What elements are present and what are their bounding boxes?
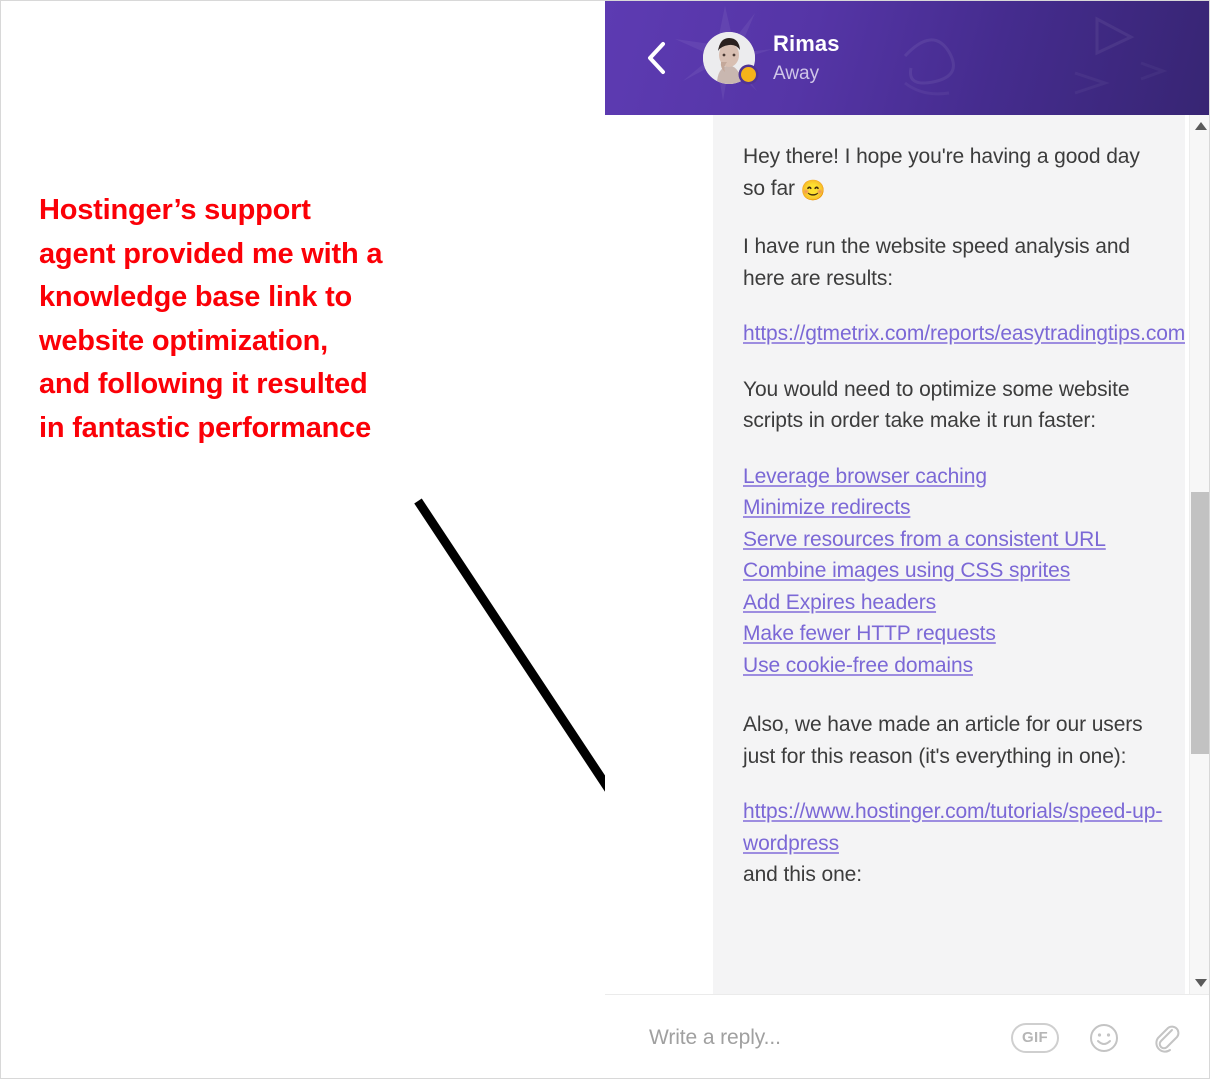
message-optimize-intro: You would need to optimize some website …: [743, 377, 1130, 433]
chat-composer: Write a reply... GIF: [605, 994, 1209, 1078]
message-article-intro: Also, we have made an article for our us…: [743, 713, 1143, 768]
chat-widget: Rimas Away Hey there! I hope you're havi…: [605, 1, 1210, 1078]
scroll-up-arrow-icon: [1194, 122, 1207, 130]
gtmetrix-report-link[interactable]: https://gtmetrix.com/reports/easytrading…: [743, 318, 1185, 350]
link-minimize-redirects[interactable]: Minimize redirects: [743, 492, 1163, 524]
agent-info: Rimas Away: [773, 31, 840, 84]
link-make-fewer-http-requests[interactable]: Make fewer HTTP requests: [743, 618, 1163, 650]
hostinger-tutorial-link[interactable]: https://www.hostinger.com/tutorials/spee…: [743, 796, 1163, 859]
link-use-cookie-free-domains[interactable]: Use cookie-free domains: [743, 650, 1163, 682]
back-button[interactable]: [635, 36, 679, 80]
message-hostinger-tutorial-block: https://www.hostinger.com/tutorials/spee…: [743, 796, 1163, 859]
paperclip-icon: [1155, 1025, 1180, 1053]
chat-header: Rimas Away: [605, 1, 1209, 115]
emoji-button[interactable]: [1087, 1021, 1121, 1055]
composer-actions: GIF: [1011, 1021, 1183, 1055]
reply-input[interactable]: Write a reply...: [649, 1026, 1011, 1050]
link-serve-resources-consistent-url[interactable]: Serve resources from a consistent URL: [743, 524, 1163, 556]
message-speed-analysis: I have run the website speed analysis an…: [743, 235, 1130, 290]
screenshot-root: Hostinger’s support agent provided me wi…: [0, 0, 1210, 1079]
agent-status: Away: [773, 63, 820, 84]
link-leverage-browser-caching[interactable]: Leverage browser caching: [743, 461, 1163, 493]
link-add-expires-headers[interactable]: Add Expires headers: [743, 587, 1163, 619]
attachment-button[interactable]: [1149, 1021, 1183, 1055]
scrollbar-track[interactable]: [1190, 137, 1209, 972]
message-scrollbar[interactable]: [1189, 115, 1210, 994]
message-and-this-one: and this one:: [743, 863, 862, 886]
chat-message-area: Hey there! I hope you're having a good d…: [605, 115, 1210, 994]
avatar[interactable]: [703, 32, 756, 84]
header-decoration: [675, 6, 1135, 101]
scrollbar-down-button[interactable]: [1190, 972, 1210, 994]
smiley-icon: [1090, 1023, 1118, 1052]
message-list: Hey there! I hope you're having a good d…: [713, 115, 1185, 994]
message-greeting: Hey there! I hope you're having a good d…: [743, 141, 1163, 207]
annotation-callout-text: Hostinger’s support agent provided me wi…: [39, 194, 383, 444]
agent-name: Rimas: [773, 31, 840, 56]
link-combine-images-css-sprites[interactable]: Combine images using CSS sprites: [743, 555, 1163, 587]
message-gtmetrix-link-block: https://gtmetrix.com/reports/easytrading…: [743, 318, 1185, 350]
optimization-link-list: Leverage browser caching Minimize redire…: [743, 461, 1163, 682]
gif-button[interactable]: GIF: [1011, 1022, 1059, 1053]
scrollbar-up-button[interactable]: [1190, 115, 1210, 137]
chevron-left-icon: [648, 42, 665, 74]
scrollbar-thumb[interactable]: [1191, 492, 1209, 754]
scroll-down-arrow-icon: [1194, 979, 1207, 987]
status-dot-away: [741, 67, 756, 82]
smiling-face-emoji: 😊: [800, 179, 826, 202]
